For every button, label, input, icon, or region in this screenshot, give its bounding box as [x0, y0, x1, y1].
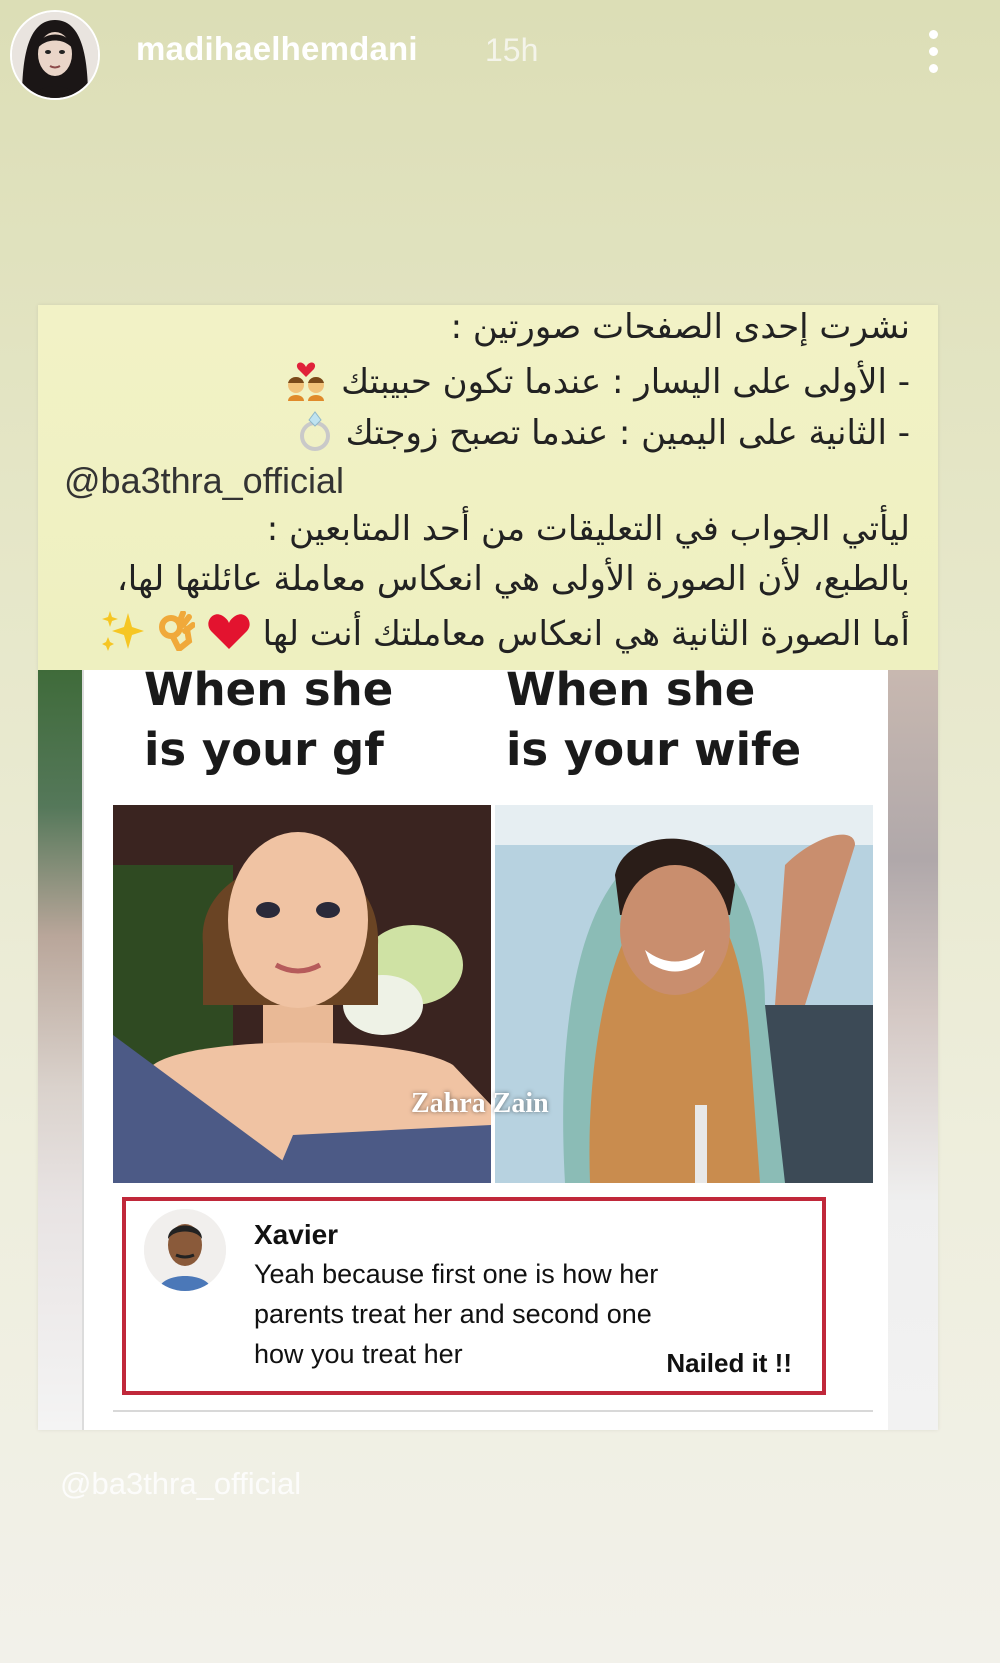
- username[interactable]: madihaelhemdani: [136, 30, 418, 68]
- comment-reaction: Nailed it !!: [666, 1348, 792, 1378]
- caption-line-5: بالطبع، لأن الصورة الأولى هي انعكاس معام…: [116, 559, 910, 599]
- story-header: madihaelhemdani 15h: [0, 0, 1000, 110]
- comment-screenshot: Xavier Yeah because first one is how her…: [122, 1197, 826, 1395]
- wife-heading: When she is your wife: [506, 660, 801, 780]
- wife-heading-line-1: When she: [506, 663, 756, 716]
- red-heart-emoji-icon: [206, 611, 252, 660]
- commenter-name: Xavier: [254, 1219, 339, 1250]
- caption-line-1: نشرت إحدى الصفحات صورتين :: [450, 307, 910, 347]
- wife-photo: [495, 805, 873, 1183]
- more-options-icon[interactable]: [918, 26, 948, 78]
- gf-heading: When she is your gf: [144, 660, 393, 780]
- gf-heading-line-1: When she: [144, 663, 394, 716]
- couple-heart-emoji-icon: [282, 357, 330, 410]
- sparkles-emoji-icon: [100, 609, 146, 662]
- comment-text-line-2: parents treat her and second one: [254, 1299, 652, 1329]
- divider: [113, 1410, 873, 1412]
- blurred-background-left: [38, 670, 84, 1430]
- comment-text-line-3: how you treat her: [254, 1339, 463, 1369]
- post-timestamp: 15h: [485, 32, 539, 68]
- caption-line-2: - الأولى على اليسار : عندما تكون حبيبتك: [341, 362, 910, 402]
- caption-panel: نشرت إحدى الصفحات صورتين : - الأولى على …: [38, 305, 938, 670]
- wife-heading-line-2: is your wife: [506, 723, 802, 776]
- ring-emoji-icon: [295, 408, 335, 461]
- commenter-avatar: [144, 1209, 226, 1291]
- gf-heading-line-2: is your gf: [144, 723, 384, 776]
- caption-line-6-wrap: أما الصورة الثانية هي انعكاس معاملتك أنت…: [100, 609, 910, 662]
- photo-credit: Zahra Zain: [411, 1088, 549, 1119]
- watermark: @ba3thra_official: [60, 1466, 302, 1501]
- caption-line-6: أما الصورة الثانية هي انعكاس معاملتك أنت…: [262, 614, 910, 654]
- ok-hand-emoji-icon: [157, 610, 196, 660]
- blurred-background-right: [888, 670, 938, 1430]
- gf-photo: [113, 805, 491, 1183]
- caption-line-2-wrap: - الأولى على اليسار : عندما تكون حبيبتك: [282, 357, 910, 410]
- caption-line-3: - الثانية على اليمين : عندما تصبح زوجتك: [345, 413, 910, 453]
- comment-text-line-1: Yeah because first one is how her: [254, 1259, 659, 1289]
- meme-image: When she is your gf When she is your wif…: [38, 663, 938, 1430]
- shared-post-card: نشرت إحدى الصفحات صورتين : - الأولى على …: [38, 305, 938, 1430]
- profile-avatar[interactable]: [10, 10, 100, 100]
- caption-line-3-wrap: - الثانية على اليمين : عندما تصبح زوجتك: [295, 408, 910, 461]
- caption-handle[interactable]: @ba3thra_official: [64, 460, 344, 502]
- divider: [82, 670, 84, 1430]
- caption-line-4: ليأتي الجواب في التعليقات من أحد المتابع…: [266, 509, 910, 549]
